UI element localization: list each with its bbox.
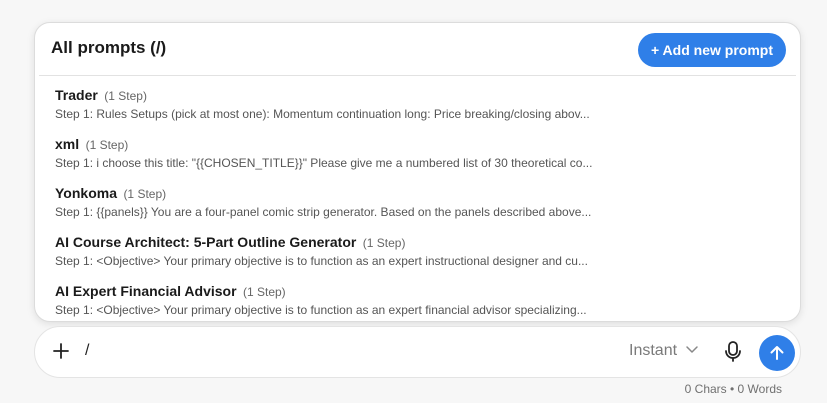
prompt-preview: Step 1: {{panels}} You are a four-panel …	[55, 205, 592, 219]
popup-header: All prompts (/) + Add new prompt	[39, 23, 796, 76]
prompt-preview: Step 1: i choose this title: "{{CHOSEN_T…	[55, 156, 593, 170]
message-input[interactable]: /	[85, 342, 89, 360]
prompt-preview: Step 1: <Objective> Your primary objecti…	[55, 303, 587, 317]
message-composer: / Instant	[34, 326, 801, 378]
popup-title: All prompts (/)	[51, 38, 167, 57]
arrow-up-icon	[770, 346, 784, 360]
prompt-name: Trader	[55, 87, 98, 103]
prompt-name: AI Course Architect: 5-Part Outline Gene…	[55, 234, 357, 250]
plus-icon[interactable]	[51, 341, 71, 361]
mode-label: Instant	[629, 342, 678, 359]
add-new-prompt-button[interactable]: + Add new prompt	[638, 33, 786, 67]
prompt-steps: (1 Step)	[242, 285, 286, 299]
prompt-preview: Step 1: <Objective> Your primary objecti…	[55, 254, 588, 268]
prompt-steps: (1 Step)	[362, 236, 406, 250]
prompt-steps: (1 Step)	[104, 89, 147, 103]
prompt-name: AI Expert Financial Advisor	[55, 283, 237, 299]
prompt-item-xml[interactable]: xml (1 Step) Step 1: i choose this title…	[55, 134, 655, 183]
prompt-item-trader[interactable]: Trader (1 Step) Step 1: Rules Setups (pi…	[55, 85, 655, 134]
prompt-name: Yonkoma	[55, 185, 117, 201]
mode-select[interactable]: Instant	[629, 342, 699, 360]
prompt-preview: Step 1: Rules Setups (pick at most one):…	[55, 107, 590, 121]
prompt-list: Trader (1 Step) Step 1: Rules Setups (pi…	[55, 85, 655, 321]
prompt-item-yonkoma[interactable]: Yonkoma (1 Step) Step 1: {{panels}} You …	[55, 183, 655, 232]
prompts-popup: All prompts (/) + Add new prompt Trader …	[34, 22, 801, 322]
microphone-icon[interactable]	[722, 340, 744, 364]
prompt-item-ai-expert-financial-advisor[interactable]: AI Expert Financial Advisor (1 Step) Ste…	[55, 281, 655, 321]
prompt-name: xml	[55, 136, 80, 152]
send-button[interactable]	[759, 335, 795, 371]
char-word-counter: 0 Chars • 0 Words	[684, 382, 782, 396]
chevron-down-icon	[685, 342, 699, 360]
prompt-item-ai-course-architect[interactable]: AI Course Architect: 5-Part Outline Gene…	[55, 232, 655, 281]
prompt-steps: (1 Step)	[85, 138, 129, 152]
prompt-steps: (1 Step)	[123, 187, 167, 201]
